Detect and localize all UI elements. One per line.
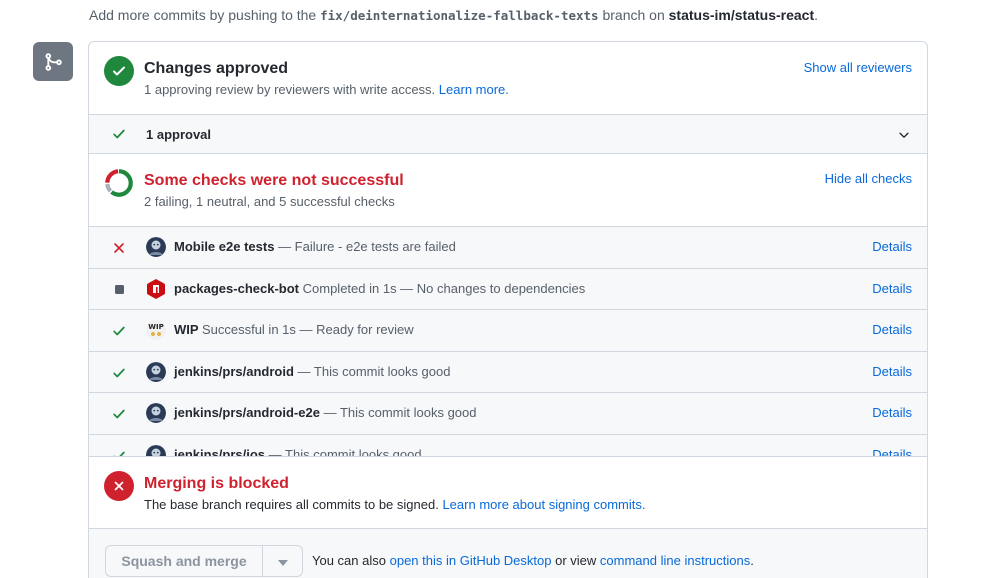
check-name-text: jenkins/prs/ios xyxy=(174,446,266,457)
svg-text:WIP: WIP xyxy=(148,323,163,331)
check-description: Completed in 1s — No changes to dependen… xyxy=(302,280,586,296)
changes-approved-section: Changes approved 1 approving review by r… xyxy=(89,42,927,114)
check-row: jenkins/prs/android — This commit looks … xyxy=(89,352,927,393)
merge-box: Changes approved 1 approving review by r… xyxy=(88,41,928,578)
approvals-toggle[interactable]: 1 approval xyxy=(89,114,927,154)
changes-approved-subtitle: 1 approving review by reviewers with wri… xyxy=(144,82,436,97)
check-name: jenkins/prs/ios — This commit looks good xyxy=(174,447,422,457)
chevron-down-icon[interactable] xyxy=(897,128,911,145)
push-hint-suffix: . xyxy=(814,7,819,23)
check-details-link[interactable]: Details xyxy=(872,364,912,379)
check-row: packages-check-bot Completed in 1s — No … xyxy=(89,269,927,310)
learn-more-link[interactable]: Learn more. xyxy=(439,82,509,97)
approvals-label: 1 approval xyxy=(146,127,212,142)
check-name: WIP Successful in 1s — Ready for review xyxy=(174,322,414,337)
check-details-link[interactable]: Details xyxy=(872,322,912,337)
git-merge-icon xyxy=(33,42,73,81)
square-icon xyxy=(112,283,126,297)
check-row: jenkins/prs/ios — This commit looks good… xyxy=(89,435,927,457)
check-description: Successful in 1s — Ready for review xyxy=(201,322,414,337)
jenkins-avatar xyxy=(146,237,166,257)
check-details-link[interactable]: Details xyxy=(872,281,912,296)
check-row: WIP WIP Successful in 1s — Ready for revi… xyxy=(89,310,927,352)
merging-blocked-section: Merging is blocked The base branch requi… xyxy=(89,456,927,528)
repo-name: status-im/status-react xyxy=(668,7,815,23)
check-name: jenkins/prs/android — This commit looks … xyxy=(174,364,450,379)
check-name-text: jenkins/prs/android-e2e xyxy=(174,405,320,420)
check-name-text: Mobile e2e tests xyxy=(174,239,275,254)
check-details-link[interactable]: Details xyxy=(872,405,912,420)
caret-down-icon xyxy=(277,554,288,569)
push-hint-middle: branch on xyxy=(602,7,665,23)
check-description: — This commit looks good xyxy=(268,446,422,457)
show-all-reviewers-link[interactable]: Show all reviewers xyxy=(804,60,912,75)
jenkins-avatar xyxy=(146,444,166,456)
branch-name: fix/deinternationalize-fallback-texts xyxy=(320,8,599,23)
check-row: Mobile e2e tests — Failure - e2e tests a… xyxy=(89,227,927,269)
also-prefix: You can also xyxy=(312,553,386,568)
check-icon xyxy=(112,127,126,144)
check-name: jenkins/prs/android-e2e — This commit lo… xyxy=(174,405,477,420)
check-icon xyxy=(112,366,126,380)
check-name-text: jenkins/prs/android xyxy=(174,363,294,379)
hide-all-checks-link[interactable]: Hide all checks xyxy=(825,171,912,186)
check-name: Mobile e2e tests — Failure - e2e tests a… xyxy=(174,239,456,254)
wip-avatar: WIP xyxy=(146,320,166,340)
check-icon xyxy=(112,449,126,456)
merge-actions: Squash and merge You can also open this … xyxy=(89,528,927,578)
check-name-text: WIP xyxy=(174,322,199,337)
changes-approved-title: Changes approved xyxy=(144,60,289,77)
squash-and-merge-button[interactable]: Squash and merge xyxy=(105,545,262,577)
merge-method-dropdown[interactable] xyxy=(262,545,303,577)
check-details-link[interactable]: Details xyxy=(872,239,912,254)
check-description: — Failure - e2e tests are failed xyxy=(278,239,456,254)
push-hint-prefix: Add more commits by pushing to the xyxy=(89,7,317,23)
check-description: — This commit looks good xyxy=(297,363,451,379)
command-line-instructions-link[interactable]: command line instructions xyxy=(600,553,750,568)
jenkins-avatar xyxy=(146,403,166,423)
checks-list[interactable]: Mobile e2e tests — Failure - e2e tests a… xyxy=(89,226,927,456)
push-hint: Add more commits by pushing to the fix/d… xyxy=(89,7,818,23)
jenkins-avatar xyxy=(146,361,166,382)
check-icon xyxy=(112,407,126,421)
check-name-text: packages-check-bot xyxy=(174,280,299,296)
merging-blocked-subtitle: The base branch requires all commits to … xyxy=(144,497,439,512)
check-icon xyxy=(112,324,126,338)
checks-subtitle: 2 failing, 1 neutral, and 5 successful c… xyxy=(144,194,395,209)
or-view-text: or view xyxy=(555,553,597,568)
check-details-link[interactable]: Details xyxy=(872,447,912,457)
check-name: packages-check-bot Completed in 1s — No … xyxy=(174,281,585,296)
check-row: jenkins/prs/android-e2e — This commit lo… xyxy=(89,393,927,435)
merge-alternatives: You can also open this in GitHub Desktop… xyxy=(312,553,754,568)
signing-commits-link[interactable]: Learn more about signing commits. xyxy=(442,497,645,512)
checks-summary-section: Some checks were not successful 2 failin… xyxy=(89,154,927,226)
check-circle-icon xyxy=(104,56,134,86)
merging-blocked-title: Merging is blocked xyxy=(144,475,289,492)
also-suffix: . xyxy=(750,553,754,568)
github-desktop-link[interactable]: open this in GitHub Desktop xyxy=(390,553,552,568)
check-description: — This commit looks good xyxy=(323,405,477,420)
x-icon xyxy=(112,241,126,255)
npm-avatar xyxy=(146,278,166,299)
checks-donut-icon xyxy=(104,168,134,201)
checks-title: Some checks were not successful xyxy=(144,172,404,189)
x-circle-icon xyxy=(104,471,134,501)
